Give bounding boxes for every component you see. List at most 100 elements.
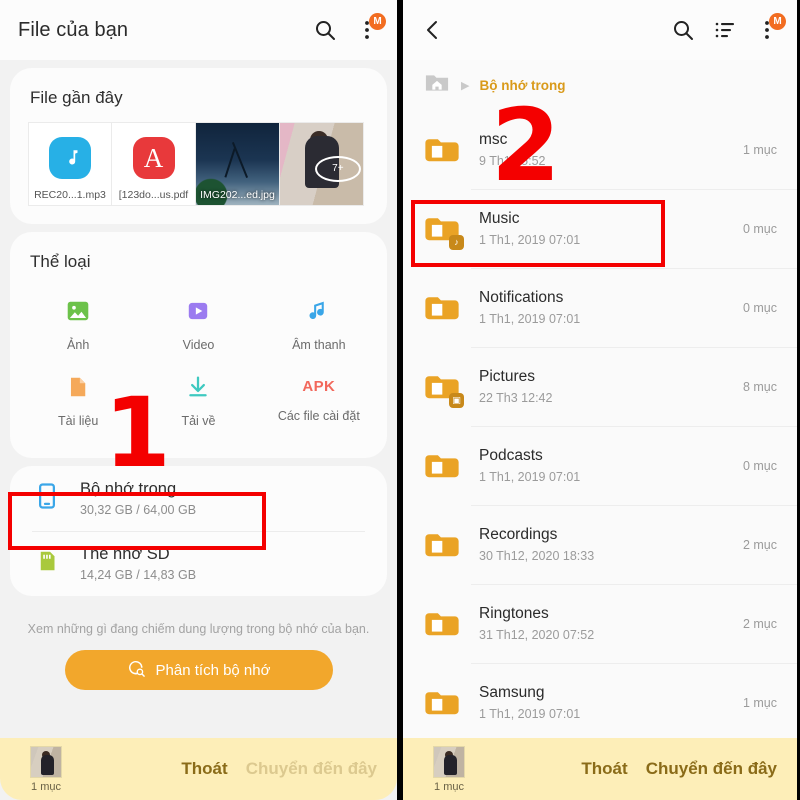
recent-file-item[interactable]: REC20...1.mp3 [28,122,112,206]
folder-name: Podcasts [479,447,543,464]
right-appbar-actions: M [671,13,786,42]
recent-file-item[interactable]: IMG202...ed.jpg [196,122,280,206]
sd-card-icon [32,546,62,581]
folder-name: Notifications [479,289,564,306]
recent-files-strip: REC20...1.mp3 A [123do...us.pdf IMG202..… [10,122,387,224]
folder-icon [423,526,461,564]
pdf-file-icon: A [132,137,175,179]
categories-grid: Ảnh Video Âm thanh Tài liệu Tải về APK C… [10,286,387,458]
recent-file-label: [123do...us.pdf [112,185,195,205]
sort-list-icon[interactable] [713,18,737,42]
storage-sdcard-row[interactable]: Thẻ nhớ SD 14,24 GB / 14,83 GB [10,531,387,596]
breadcrumb-path[interactable]: Bộ nhớ trong [479,78,565,93]
left-app-bar: File của bạn M [0,0,397,60]
home-folder-icon[interactable] [423,69,451,102]
storage-usage: 14,24 GB / 14,83 GB [80,568,197,582]
apk-icon: APK [302,378,336,395]
folder-info: Samsung 1 Th1, 2019 07:01 [479,684,743,721]
folder-date: 30 Th12, 2020 18:33 [479,549,595,563]
selected-item-preview[interactable]: 1 mục [419,745,479,793]
recent-file-item[interactable]: 7+ [280,122,364,206]
category-audio[interactable]: Âm thanh [259,290,379,360]
storage-card: Bộ nhớ trong 30,32 GB / 64,00 GB Thẻ nhớ… [10,466,387,596]
folder-name: Pictures [479,368,535,385]
category-label: Tải về [181,414,216,428]
folder-date: 1 Th1, 2019 07:01 [479,707,581,721]
analyze-storage-button[interactable]: Phân tích bộ nhớ [64,650,333,690]
table-row[interactable]: Samsung 1 Th1, 2019 07:01 1 mục [403,663,797,742]
overflow-menu-icon[interactable]: M [755,13,786,42]
category-images[interactable]: Ảnh [18,290,138,360]
left-bottom-action-bar: 1 mục Thoát Chuyển đến đây [0,738,397,800]
table-row[interactable]: msc 9 Th1 15:52 1 mục [403,110,797,189]
selection-thumbnail [30,745,62,778]
storage-internal-row[interactable]: Bộ nhớ trong 30,32 GB / 64,00 GB [10,466,387,531]
music-note-icon [306,298,332,329]
image-badge-icon: ▣ [449,392,464,408]
selection-count: 1 mục [434,780,464,793]
folder-name: Samsung [479,684,545,701]
table-row[interactable]: Ringtones 31 Th12, 2020 07:52 2 mục [403,584,797,663]
music-badge-icon: ♪ [449,234,464,250]
category-downloads[interactable]: Tải về [138,366,258,436]
selection-thumbnail [433,745,465,778]
phone-icon [32,481,62,516]
exit-button[interactable]: Thoát [581,759,627,779]
folder-info: Recordings 30 Th12, 2020 18:33 [479,526,743,563]
folder-icon [423,447,461,485]
table-row[interactable]: Notifications 1 Th1, 2019 07:01 0 mục [403,268,797,347]
category-label: Các file cài đặt [277,409,360,423]
two-phone-screenshots: File của bạn M File gần đây REC20...1.mp… [0,0,800,800]
folder-icon [423,605,461,643]
back-arrow-icon[interactable] [421,18,445,42]
category-apk[interactable]: APK Các file cài đặt [259,366,379,436]
folder-date: 22 Th3 12:42 [479,391,553,405]
account-badge[interactable]: M [769,13,786,30]
category-documents[interactable]: Tài liệu [18,366,138,436]
folder-info: Podcasts 1 Th1, 2019 07:01 [479,447,743,484]
document-icon [65,374,91,405]
right-app-bar: M [403,0,797,60]
analyze-storage-label: Phân tích bộ nhớ [155,661,271,679]
photo-thumbnail: 7+ [280,123,363,205]
storage-internal-text: Bộ nhớ trong 30,32 GB / 64,00 GB [80,480,196,517]
folder-date: 1 Th1, 2019 07:01 [479,312,581,326]
search-icon[interactable] [313,18,337,42]
recent-files-card: File gần đây REC20...1.mp3 A [123do...us… [10,68,387,224]
folder-icon: ▣ [423,368,464,408]
folder-icon [423,289,461,327]
folder-icon [423,684,461,722]
folder-item-count: 1 mục [742,142,777,157]
table-row[interactable]: Podcasts 1 Th1, 2019 07:01 0 mục [403,426,797,505]
account-badge[interactable]: M [369,13,386,30]
video-play-icon [185,298,211,329]
folder-date: 9 Th1 15:52 [479,154,546,168]
folder-name: Recordings [479,526,558,543]
folder-item-count: 0 mục [742,300,777,315]
exit-button[interactable]: Thoát [181,759,227,779]
right-bottom-action-bar: 1 mục Thoát Chuyển đến đây [403,738,797,800]
move-here-button[interactable]: Chuyển đến đây [246,759,377,779]
folder-info: Ringtones 31 Th12, 2020 07:52 [479,605,743,642]
storage-hint-text: Xem những gì đang chiếm dung lượng trong… [27,622,370,636]
folder-date: 31 Th12, 2020 07:52 [479,628,595,642]
category-label: Ảnh [67,338,90,352]
recent-file-item[interactable]: A [123do...us.pdf [112,122,196,206]
storage-name: Thẻ nhớ SD [80,545,170,563]
storage-usage: 30,32 GB / 64,00 GB [80,503,197,517]
categories-card: Thể loại Ảnh Video Âm thanh Tài liệu Tải… [10,232,387,458]
storage-name: Bộ nhớ trong [80,480,177,498]
table-row[interactable]: Recordings 30 Th12, 2020 18:33 2 mục [403,505,797,584]
storage-analysis-icon [127,659,146,682]
recent-files-title: File gần đây [30,88,123,107]
folder-item-count: 2 mục [742,616,777,631]
selected-item-preview[interactable]: 1 mục [16,745,76,793]
category-video[interactable]: Video [138,290,258,360]
table-row[interactable]: ▣ Pictures 22 Th3 12:42 8 mục [403,347,797,426]
search-icon[interactable] [671,18,695,42]
table-row[interactable]: ♪ Music 1 Th1, 2019 07:01 0 mục [403,189,797,268]
folder-item-count: 0 mục [742,221,777,236]
move-here-button[interactable]: Chuyển đến đây [646,759,777,779]
overflow-menu-icon[interactable]: M [355,13,386,42]
folder-name: msc [479,131,508,148]
